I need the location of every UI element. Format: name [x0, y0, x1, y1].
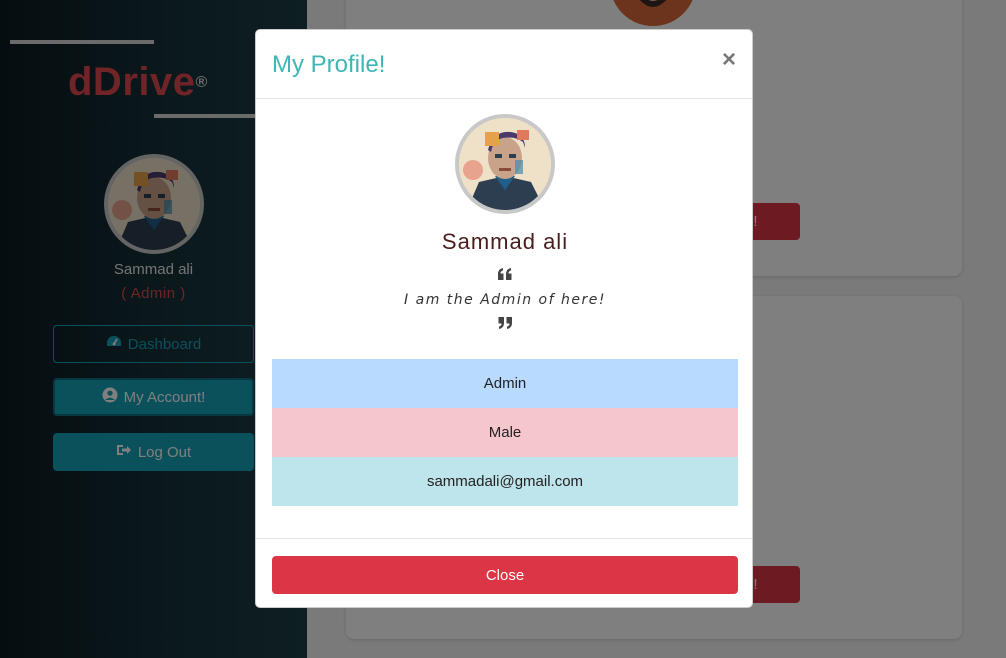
profile-name: Sammad ali	[441, 229, 569, 254]
modal-header: My Profile! ×	[256, 30, 752, 99]
modal-footer: Close	[256, 538, 752, 607]
profile-gender-item: Male	[272, 408, 738, 457]
profile-info-list: Admin Male sammadali@gmail.com	[272, 359, 738, 506]
close-button[interactable]: Close	[272, 556, 738, 594]
profile-avatar	[455, 114, 555, 214]
profile-bio: I am the Admin of here!	[404, 292, 606, 308]
quote-close-icon	[256, 316, 752, 335]
close-icon[interactable]: ×	[722, 48, 736, 72]
quote-open-icon	[256, 267, 752, 286]
profile-email-item: sammadali@gmail.com	[272, 457, 738, 506]
modal-title: My Profile!	[272, 51, 386, 78]
profile-modal: My Profile! × Sammad ali I am the Admin …	[255, 29, 753, 608]
profile-role-item: Admin	[272, 359, 738, 408]
